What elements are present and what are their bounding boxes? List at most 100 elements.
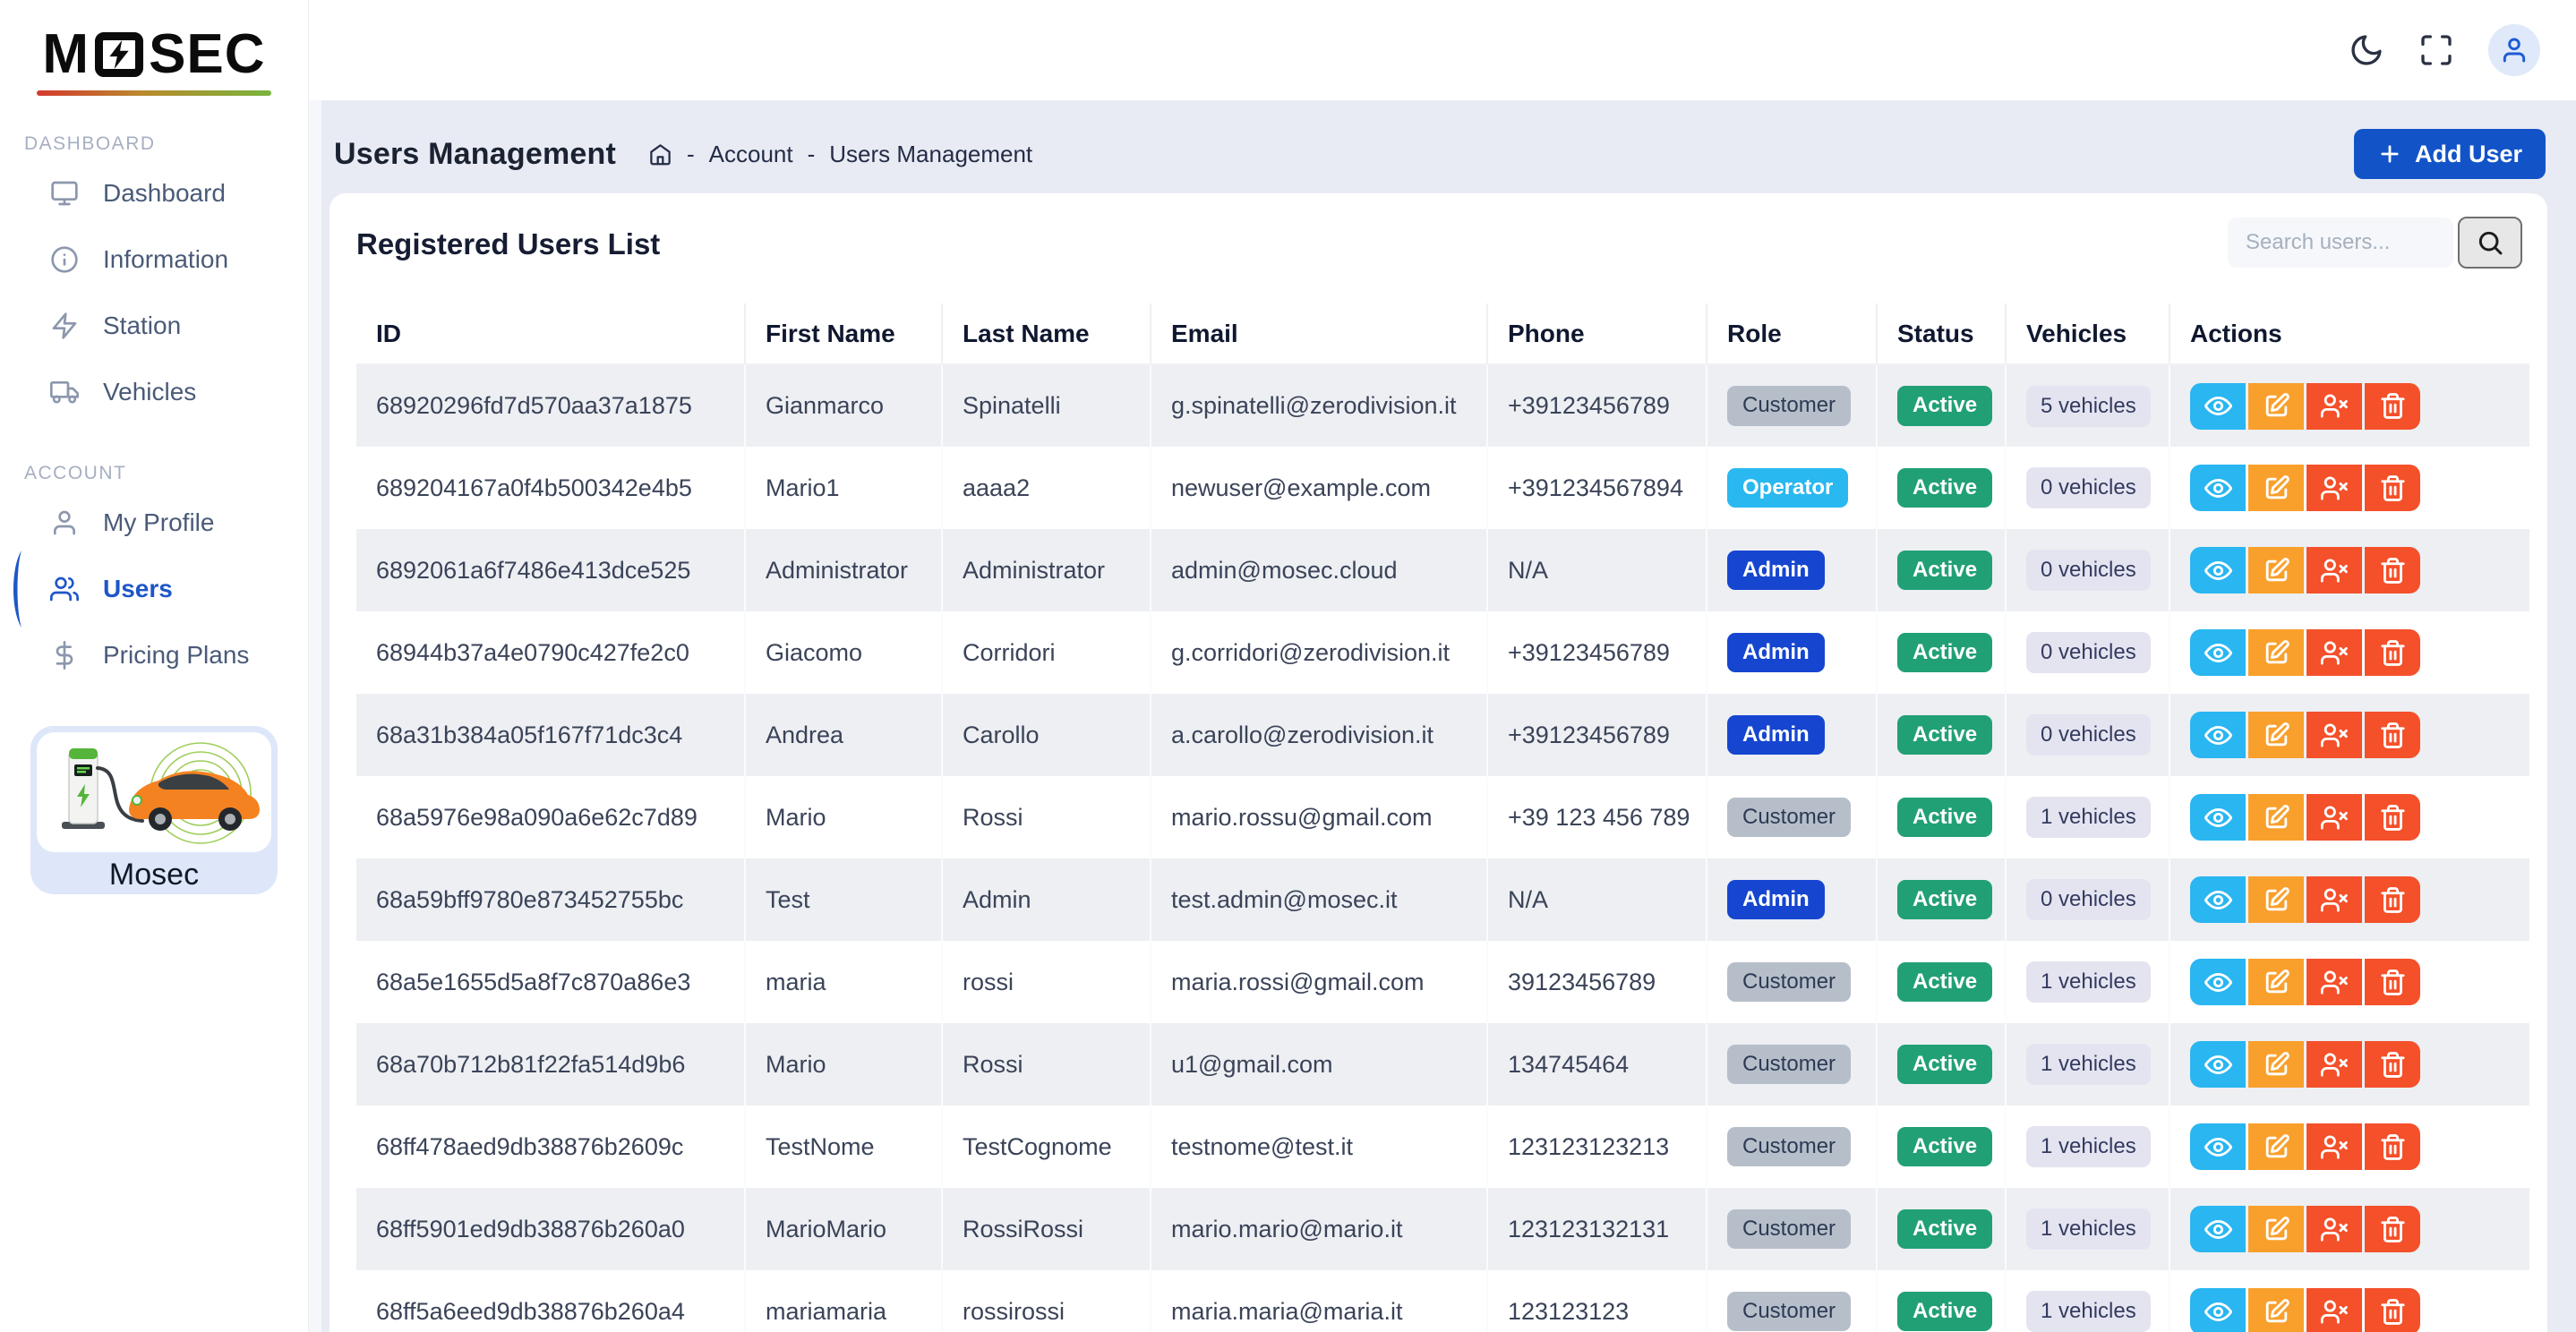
delete-button[interactable]	[2365, 1123, 2420, 1170]
role-badge: Admin	[1727, 633, 1825, 672]
sidebar-item-pricing-plans[interactable]: Pricing Plans	[0, 622, 308, 688]
cell-actions	[2169, 611, 2529, 694]
edit-button[interactable]	[2248, 1288, 2304, 1332]
edit-button[interactable]	[2248, 629, 2304, 676]
home-icon[interactable]	[648, 142, 672, 166]
edit-button[interactable]	[2248, 1206, 2304, 1252]
search-button[interactable]	[2458, 217, 2522, 269]
view-button[interactable]	[2190, 629, 2246, 676]
sidebar-item-label: Vehicles	[103, 378, 196, 406]
view-icon	[2204, 886, 2232, 914]
row-actions	[2190, 629, 2529, 676]
edit-button[interactable]	[2248, 712, 2304, 758]
sidebar-item-vehicles[interactable]: Vehicles	[0, 359, 308, 425]
view-button[interactable]	[2190, 794, 2246, 841]
remove-user-button[interactable]	[2306, 959, 2362, 1005]
edit-button[interactable]	[2248, 876, 2304, 923]
search-input[interactable]	[2228, 218, 2453, 268]
view-button[interactable]	[2190, 1041, 2246, 1088]
role-badge: Customer	[1727, 1045, 1851, 1084]
view-button[interactable]	[2190, 1206, 2246, 1252]
remove-user-button[interactable]	[2306, 547, 2362, 593]
remove-user-button[interactable]	[2306, 1288, 2362, 1332]
row-actions	[2190, 383, 2529, 430]
delete-button[interactable]	[2365, 547, 2420, 593]
edit-button[interactable]	[2248, 547, 2304, 593]
delete-button[interactable]	[2365, 1288, 2420, 1332]
view-icon	[2204, 722, 2232, 749]
delete-button[interactable]	[2365, 794, 2420, 841]
table-row: 6892061a6f7486e413dce525AdministratorAdm…	[356, 529, 2529, 611]
edit-button[interactable]	[2248, 1041, 2304, 1088]
remove-user-button[interactable]	[2306, 1041, 2362, 1088]
delete-button[interactable]	[2365, 1206, 2420, 1252]
cell-phone: +391234567894	[1487, 447, 1707, 529]
sidebar-item-users[interactable]: Users	[0, 556, 308, 622]
view-button[interactable]	[2190, 712, 2246, 758]
sidebar-scrollbar-track[interactable]	[309, 100, 321, 1332]
cell-id: 68a31b384a05f167f71dc3c4	[356, 694, 745, 776]
status-badge: Active	[1897, 386, 1992, 425]
cell-vehicles: 0 vehicles	[2006, 858, 2169, 941]
remove-user-button[interactable]	[2306, 1123, 2362, 1170]
sidebar-item-my-profile[interactable]: My Profile	[0, 490, 308, 556]
sidebar-item-station[interactable]: Station	[0, 293, 308, 359]
cell-first-name: mariamaria	[745, 1270, 942, 1332]
view-button[interactable]	[2190, 1123, 2246, 1170]
delete-button[interactable]	[2365, 629, 2420, 676]
search-icon	[2476, 228, 2504, 257]
user-avatar-button[interactable]	[2488, 24, 2540, 76]
view-button[interactable]	[2190, 959, 2246, 1005]
cell-last-name: rossirossi	[942, 1270, 1151, 1332]
breadcrumb-users-management[interactable]: Users Management	[829, 141, 1032, 168]
cell-last-name: TestCognome	[942, 1106, 1151, 1188]
remove-user-button[interactable]	[2306, 383, 2362, 430]
cell-last-name: RossiRossi	[942, 1188, 1151, 1270]
remove-user-button[interactable]	[2306, 1206, 2362, 1252]
edit-button[interactable]	[2248, 465, 2304, 511]
delete-icon	[2379, 1133, 2407, 1161]
cell-vehicles: 1 vehicles	[2006, 1188, 2169, 1270]
cell-status: Active	[1877, 1023, 2006, 1106]
dark-mode-toggle-moon-icon[interactable]	[2349, 32, 2384, 68]
delete-button[interactable]	[2365, 1041, 2420, 1088]
view-button[interactable]	[2190, 547, 2246, 593]
cell-last-name: Carollo	[942, 694, 1151, 776]
sidebar-item-information[interactable]: Information	[0, 226, 308, 293]
delete-button[interactable]	[2365, 465, 2420, 511]
edit-button[interactable]	[2248, 383, 2304, 430]
delete-button[interactable]	[2365, 959, 2420, 1005]
cell-phone: 39123456789	[1487, 941, 1707, 1023]
cell-id: 68ff5901ed9db38876b260a0	[356, 1188, 745, 1270]
cell-first-name: Mario	[745, 776, 942, 858]
cell-phone: +39123456789	[1487, 611, 1707, 694]
sidebar-item-dashboard[interactable]: Dashboard	[0, 160, 308, 226]
remove-user-button[interactable]	[2306, 465, 2362, 511]
breadcrumb-account[interactable]: Account	[709, 141, 793, 168]
remove-user-button[interactable]	[2306, 629, 2362, 676]
add-user-button[interactable]: Add User	[2354, 129, 2546, 179]
delete-button[interactable]	[2365, 876, 2420, 923]
cell-id: 68ff478aed9db38876b2609c	[356, 1106, 745, 1188]
cell-email: mario.mario@mario.it	[1151, 1188, 1487, 1270]
view-button[interactable]	[2190, 1288, 2246, 1332]
users-table: IDFirst NameLast NameEmailPhoneRoleStatu…	[356, 303, 2529, 1332]
fullscreen-icon[interactable]	[2418, 32, 2454, 68]
view-button[interactable]	[2190, 465, 2246, 511]
remove-user-button[interactable]	[2306, 794, 2362, 841]
edit-button[interactable]	[2248, 1123, 2304, 1170]
row-actions	[2190, 1041, 2529, 1088]
view-button[interactable]	[2190, 876, 2246, 923]
edit-button[interactable]	[2248, 794, 2304, 841]
remove-user-button[interactable]	[2306, 712, 2362, 758]
view-button[interactable]	[2190, 383, 2246, 430]
dollar-icon	[50, 641, 79, 670]
cell-id: 68920296fd7d570aa37a1875	[356, 364, 745, 447]
remove-user-button[interactable]	[2306, 876, 2362, 923]
cell-actions	[2169, 941, 2529, 1023]
cell-first-name: Mario1	[745, 447, 942, 529]
edit-button[interactable]	[2248, 959, 2304, 1005]
delete-button[interactable]	[2365, 383, 2420, 430]
delete-button[interactable]	[2365, 712, 2420, 758]
cell-vehicles: 1 vehicles	[2006, 776, 2169, 858]
